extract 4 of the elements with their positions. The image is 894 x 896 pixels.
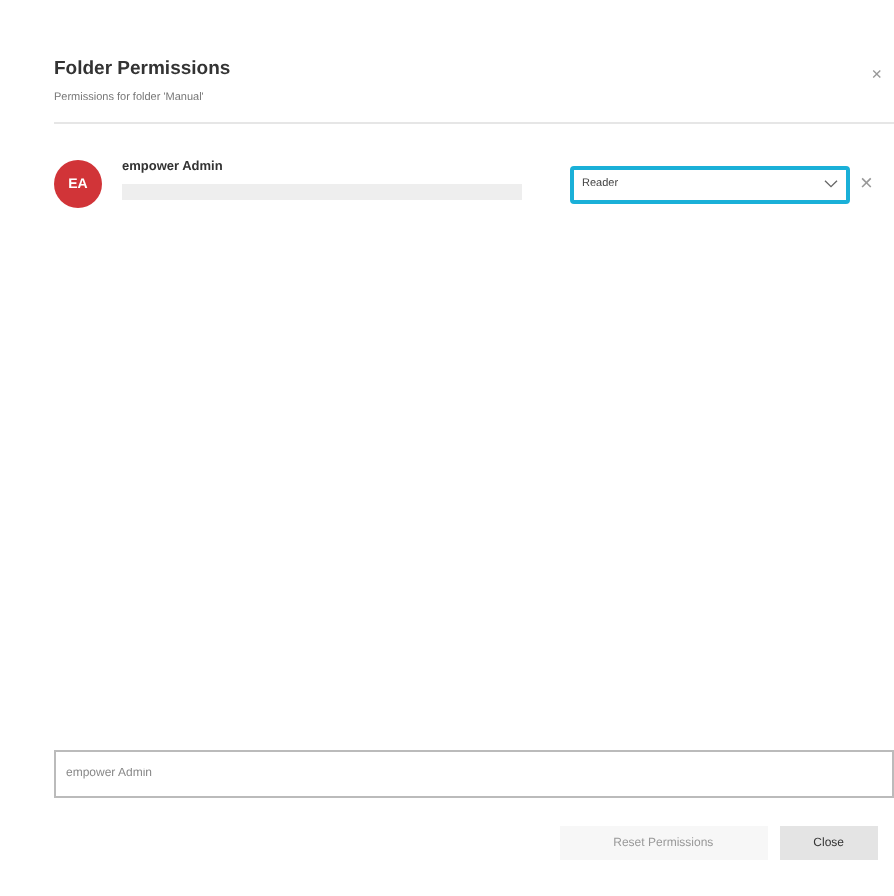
dialog-title: Folder Permissions — [54, 58, 231, 80]
chevron-down-icon — [824, 180, 838, 188]
close-button[interactable]: × — [867, 66, 886, 84]
remove-button[interactable]: × — [860, 173, 873, 195]
